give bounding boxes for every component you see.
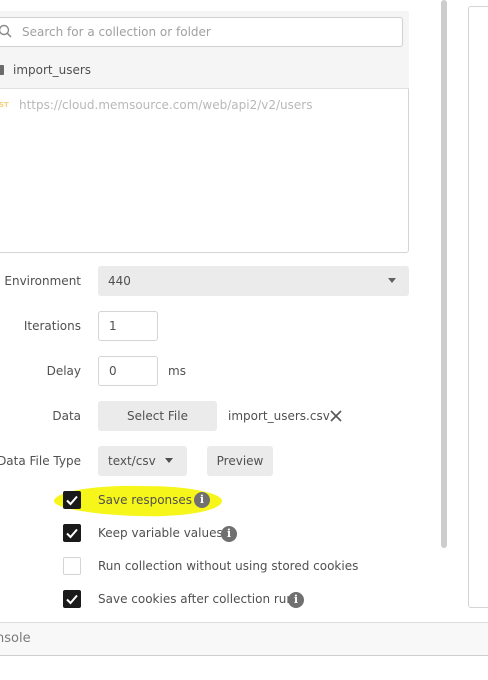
scrollbar-thumb[interactable] [441,0,447,548]
close-icon[interactable] [328,408,344,424]
search-icon [0,24,12,38]
iterations-value: 1 [109,319,117,333]
info-icon[interactable]: i [288,592,304,608]
save-cookies-checkbox[interactable] [63,590,81,608]
environment-label: Environment [4,274,81,288]
collection-name[interactable]: import_users [13,63,91,77]
run-results-panel [468,6,488,608]
checkmark-icon [66,594,78,605]
select-file-button[interactable]: Select File [98,401,217,431]
info-icon[interactable]: i [194,492,210,508]
iterations-input[interactable] [98,311,158,341]
data-file-type-label: Data File Type [0,454,81,468]
iterations-label: Iterations [23,319,81,333]
status-bar [0,622,488,656]
run-without-cookies-checkbox[interactable] [63,557,81,575]
info-icon[interactable]: i [221,526,237,542]
collection-icon [0,65,4,75]
checkmark-icon [66,528,78,539]
request-method-badge: ST [0,101,9,109]
request-url[interactable]: https://cloud.memsource.com/web/api2/v2/… [19,98,312,112]
console-tab[interactable]: nsole [0,631,31,646]
delay-unit: ms [168,364,186,378]
save-responses-label: Save responses [98,493,193,507]
keep-variable-values-label: Keep variable values [98,526,223,540]
data-label: Data [52,409,81,423]
keep-variable-values-checkbox[interactable] [63,524,81,542]
preview-button[interactable]: Preview [207,446,273,476]
environment-value: 440 [108,274,131,288]
save-cookies-label: Save cookies after collection run [98,592,295,606]
chevron-down-icon [388,278,396,283]
delay-value: 0 [109,364,117,378]
run-without-cookies-label: Run collection without using stored cook… [98,559,359,573]
checkmark-icon [66,495,78,506]
selected-file-name: import_users.csv [228,409,330,423]
search-input[interactable] [22,22,392,42]
delay-input[interactable] [98,356,158,386]
caret-down-icon [165,458,173,463]
save-responses-checkbox[interactable] [63,491,81,509]
environment-select[interactable] [98,266,409,296]
data-file-type-value: text/csv [108,454,156,468]
delay-label: Delay [46,364,81,378]
